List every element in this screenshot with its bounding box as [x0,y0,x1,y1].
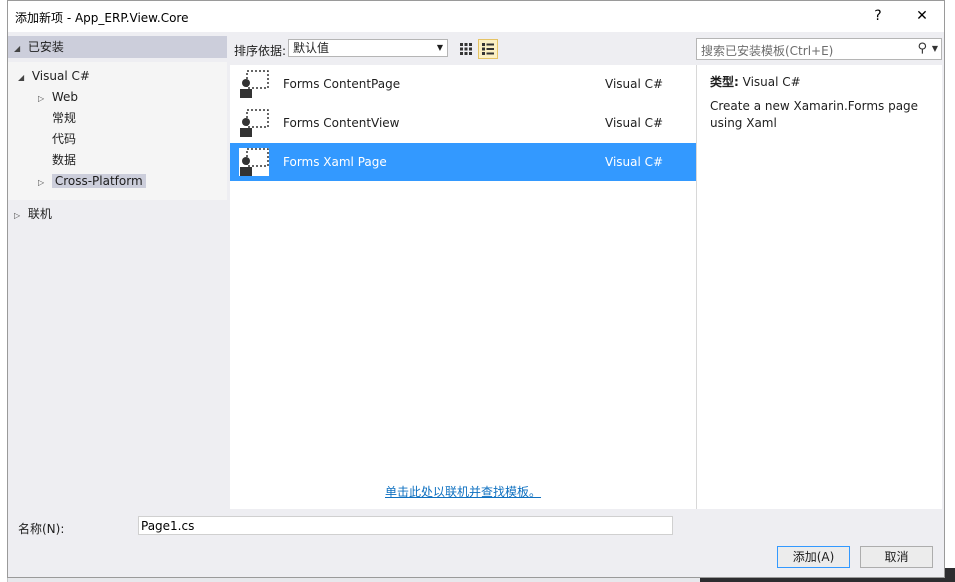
close-button[interactable]: ✕ [902,3,942,30]
online-templates-link[interactable]: 单击此处以联机并查找模板。 [385,483,541,500]
background-editor-right [945,0,955,582]
category-tree: ◢ 已安装 ◢ Visual C# ▷ Web 常规 代码 数据 ▷ Cross… [8,32,227,510]
cancel-button[interactable]: 取消 [860,546,933,568]
tree-node-web[interactable]: ▷ Web [38,87,78,107]
dropdown-arrow-icon: ▼ [436,43,443,52]
list-view-icon [482,43,494,55]
type-label: 类型: [710,75,739,89]
tree-label-visual-csharp: Visual C# [31,69,90,83]
template-name: Forms ContentView [283,116,400,130]
tree-node-installed[interactable]: ◢ 已安装 [8,36,227,58]
tree-label-cross-platform: Cross-Platform [51,174,146,188]
sort-dropdown-value: 默认值 [293,41,330,55]
template-list: Forms ContentPage Visual C# Forms Conten… [230,65,696,509]
tree-node-code[interactable]: 代码 [52,129,76,149]
template-description: Create a new Xamarin.Forms page using Xa… [710,99,919,130]
sort-dropdown[interactable]: 默认值 ▼ [288,39,448,57]
collapsed-triangle-icon: ▷ [38,94,45,103]
template-language: Visual C# [605,77,664,91]
template-item-selected[interactable]: Forms Xaml Page Visual C# [230,143,696,181]
add-button[interactable]: 添加(A) [777,546,850,568]
name-label: 名称(N): [18,522,65,536]
sort-label: 排序依据: [234,44,287,58]
tree-node-online[interactable]: ▷ 联机 [14,204,52,224]
type-line: 类型: Visual C# [710,73,801,90]
grid-view-icon [460,43,472,55]
tree-label-online: 联机 [27,207,52,221]
tree-node-data[interactable]: 数据 [52,150,76,170]
template-search-input[interactable]: 搜索已安装模板(Ctrl+E) ⚲ ▼ [696,38,942,60]
template-item[interactable]: Forms ContentPage Visual C# [230,65,696,103]
expanded-triangle-icon: ◢ [14,44,21,53]
name-field[interactable] [138,516,673,535]
forms-page-icon [240,70,269,98]
template-name: Forms ContentPage [283,77,401,91]
tree-node-general[interactable]: 常规 [52,108,76,128]
search-placeholder: 搜索已安装模板(Ctrl+E) [701,44,834,58]
grid-view-button[interactable] [456,39,476,59]
window-title: 添加新项 - App_ERP.View.Core [15,11,189,25]
expanded-triangle-icon: ◢ [18,73,25,82]
search-dropdown-icon: ▼ [931,44,938,53]
search-icon: ⚲ [917,41,927,56]
tree-node-cross-platform[interactable]: ▷ Cross-Platform [38,171,146,191]
tree-installed-children: ◢ Visual C# ▷ Web 常规 代码 数据 ▷ Cross-Platf… [8,62,227,200]
template-language: Visual C# [605,155,664,169]
forms-xaml-icon [239,148,269,176]
footer: 名称(N): 添加(A) 取消 [8,511,944,577]
add-new-item-dialog: 添加新项 - App_ERP.View.Core ? ✕ ◢ 已安装 ◢ Vis… [7,0,945,578]
collapsed-triangle-icon: ▷ [14,211,21,220]
tree-label-installed: 已安装 [27,40,64,54]
forms-view-icon [240,109,269,137]
tree-label-web: Web [51,90,78,104]
tree-node-visual-csharp[interactable]: ◢ Visual C# [18,66,90,86]
title-bar: 添加新项 - App_ERP.View.Core ? ✕ [8,1,944,32]
template-name: Forms Xaml Page [283,155,387,169]
template-language: Visual C# [605,116,664,130]
collapsed-triangle-icon: ▷ [38,178,45,187]
type-value: Visual C# [742,75,801,89]
list-view-button[interactable] [478,39,498,59]
template-item[interactable]: Forms ContentView Visual C# [230,104,696,142]
template-details-pane: 类型: Visual C# Create a new Xamarin.Forms… [696,65,942,509]
help-button[interactable]: ? [858,3,898,30]
